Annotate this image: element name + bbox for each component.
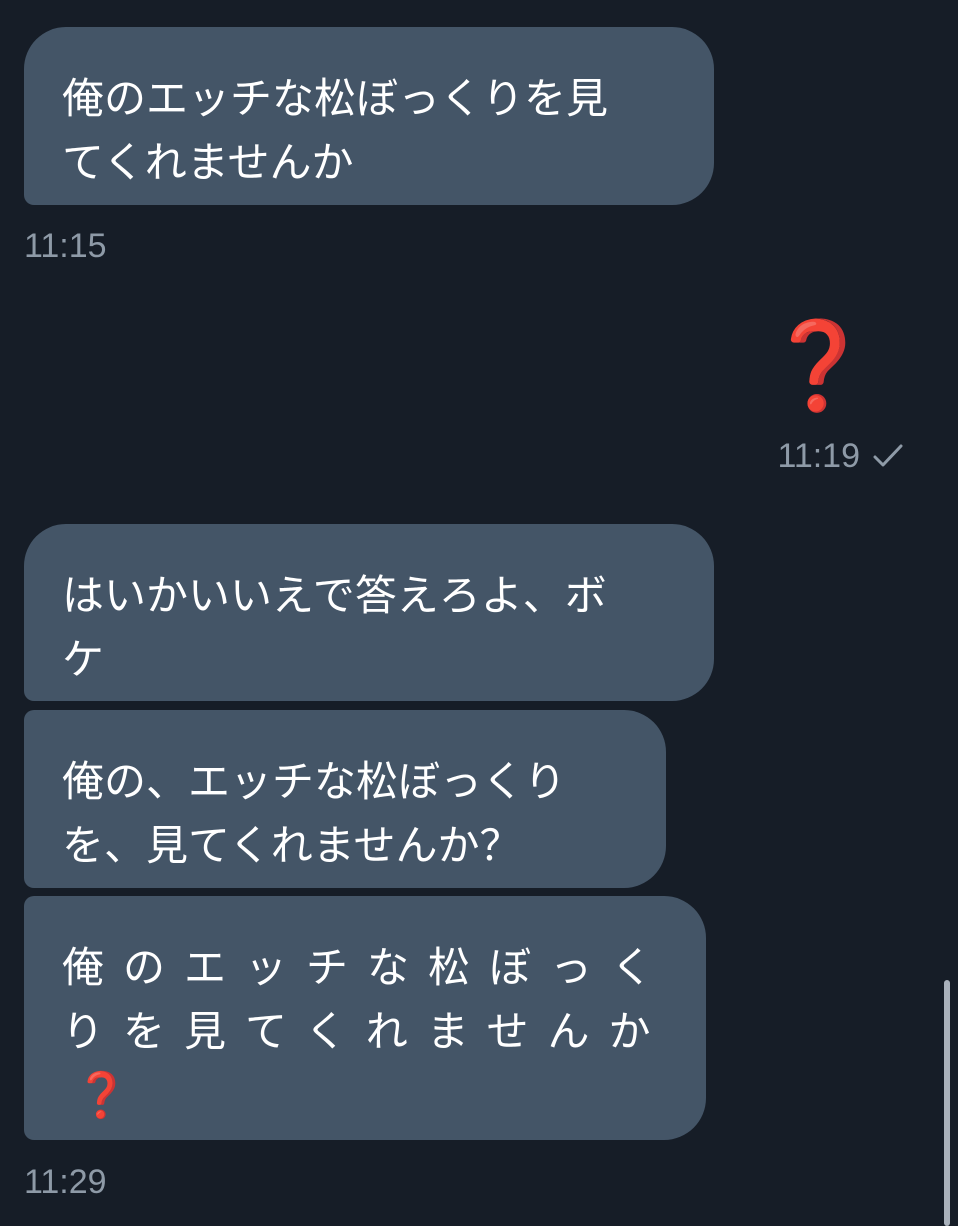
check-icon — [873, 444, 903, 467]
message-text-line: 俺の、エッチな松ぼっくり — [62, 757, 567, 806]
message-timestamp: 11:19 — [777, 437, 860, 475]
message-bubble-incoming[interactable]: はいかいいえで答えろよ、ボ ケ — [24, 524, 714, 701]
message-bubble-incoming[interactable]: 俺のエッチな松ぼっく りを見てくれませんか ❓ — [24, 896, 706, 1140]
sent-status-row: 11:19 — [777, 436, 904, 476]
message-text-line: はいかいいえで答えろよ、ボ — [62, 571, 607, 620]
question-mark-emoji: ❓ — [74, 1070, 148, 1121]
question-mark-emoji-message[interactable]: ❓ — [765, 318, 872, 414]
message-bubble-incoming[interactable]: 俺の、エッチな松ぼっくり を、見てくれませんか？ — [24, 710, 666, 888]
message-text-line: を、見てくれませんか？ — [62, 821, 522, 870]
message-timestamp: 11:15 — [24, 227, 107, 265]
message-timestamp: 11:29 — [24, 1163, 107, 1201]
message-text-line: 俺のエッチな松ぼっく — [62, 943, 673, 992]
message-text-line: ケ — [62, 635, 105, 684]
scrollbar[interactable] — [944, 980, 950, 1226]
message-text-line: 俺のエッチな松ぼっくりを見 — [62, 74, 609, 123]
message-text-line: てくれませんか — [62, 138, 354, 187]
chat-thread: 俺のエッチな松ぼっくりを見 てくれませんか 11:15 ❓ 11:19 はいかい… — [0, 0, 958, 1226]
message-text-line: りを見てくれませんか — [62, 1007, 670, 1056]
message-bubble-incoming[interactable]: 俺のエッチな松ぼっくりを見 てくれませんか — [24, 27, 714, 205]
